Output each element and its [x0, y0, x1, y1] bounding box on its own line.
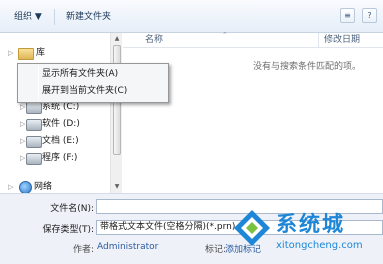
view-options-icon[interactable]: ≡ [340, 8, 355, 23]
drive-icon [26, 136, 42, 148]
drive-icon [26, 102, 42, 114]
toolbar: 组织 ▼ 新建文件夹 ≡ ? [0, 0, 383, 33]
save-type-label: 保存类型(T): [42, 225, 94, 235]
scroll-down-icon[interactable]: ▼ [111, 181, 123, 193]
watermark-title: 系统城 [276, 212, 345, 236]
watermark-logo-icon [234, 210, 270, 246]
help-icon[interactable]: ? [362, 8, 377, 23]
nav-item-drive-f[interactable]: ▷ 程序 (F:) [0, 149, 112, 167]
tags-label: 标记: [205, 245, 227, 255]
nav-item-drive-e[interactable]: ▷ 文档 (E:) [0, 132, 112, 150]
sort-arrow-icon: ⌃ [222, 31, 228, 39]
file-list-pane: 名称 ⌃ 修改日期 没有与搜索条件匹配的项。 [123, 31, 383, 193]
expand-arrow-icon[interactable]: ▷ [8, 44, 18, 62]
new-folder-button[interactable]: 新建文件夹 [66, 10, 111, 24]
empty-message: 没有与搜索条件匹配的项。 [253, 62, 362, 72]
nav-item-label: 文档 (E:) [42, 136, 79, 146]
nav-item-label: 库 [36, 48, 46, 58]
library-icon [18, 48, 34, 60]
context-menu: 显示所有文件夹(A) 展开到当前文件夹(C) [17, 63, 169, 103]
nav-item-label: 程序 (F:) [42, 153, 78, 163]
column-header-modified[interactable]: 修改日期 [324, 33, 360, 48]
watermark-url: xitongcheng.com [276, 240, 363, 251]
column-header-name[interactable]: 名称 [145, 33, 163, 48]
toolbar-separator [54, 9, 55, 25]
author-label: 作者: [72, 245, 94, 255]
navigation-pane: ▷ 库 ▷ 系统 (C:) ▷ 软件 (D:) ▷ 文档 (E:) ▷ 程序 (… [0, 33, 122, 194]
watermark: 系统城 xitongcheng.com [232, 206, 383, 264]
nav-scrollbar[interactable]: ▲ ▼ [110, 33, 122, 193]
author-field[interactable]: Administrator [97, 242, 158, 252]
organize-button[interactable]: 组织 ▼ [14, 10, 42, 24]
drive-icon [26, 119, 42, 131]
menu-item-expand-to-current[interactable]: 展开到当前文件夹(C) [18, 83, 168, 100]
column-divider[interactable] [318, 33, 319, 48]
drive-icon [26, 153, 42, 165]
scroll-up-icon[interactable]: ▲ [111, 33, 123, 45]
nav-item-drive-d[interactable]: ▷ 软件 (D:) [0, 115, 112, 133]
nav-item-library[interactable]: ▷ 库 [0, 44, 112, 62]
nav-item-label: 软件 (D:) [42, 119, 80, 129]
menu-item-show-all-folders[interactable]: 显示所有文件夹(A) [18, 66, 168, 83]
filename-label: 文件名(N): [50, 204, 94, 214]
